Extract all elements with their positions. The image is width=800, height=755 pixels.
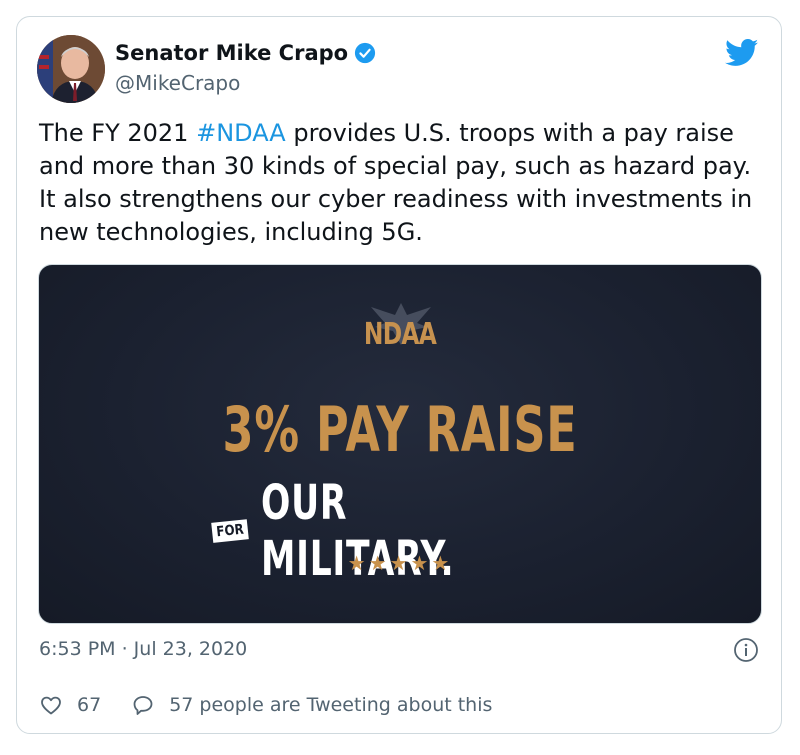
pay-raise-headline: 3% PAY RAISE [222,393,578,466]
media-graphic: NDAA 3% PAY RAISE FOR OUR MILITARY. ★★★★… [39,265,761,623]
tweet-timestamp[interactable]: 6:53 PM · Jul 23, 2020 [39,638,247,660]
verified-badge-icon [354,42,376,64]
ndaa-logo: NDAA [363,317,437,352]
avatar-image [37,35,105,103]
avatar[interactable] [37,35,105,103]
author-name[interactable]: Senator Mike Crapo [115,41,348,65]
hashtag-link[interactable]: #NDAA [196,119,286,147]
tweeting-about-text: 57 people are Tweeting about this [169,694,493,716]
tweet-card: Senator Mike Crapo @MikeCrapo The FY 202… [16,16,782,734]
heart-icon [39,693,63,717]
info-icon[interactable] [733,637,759,663]
author-handle[interactable]: @MikeCrapo [115,71,240,95]
tweet-text-start: The FY 2021 [39,119,197,147]
retweet-info-link[interactable]: 57 people are Tweeting about this [131,693,492,717]
tweet-actions: 67 57 people are Tweeting about this [39,693,522,717]
like-button[interactable]: 67 [39,693,101,717]
like-count: 67 [77,694,102,716]
comment-icon [131,693,155,717]
five-stars: ★★★★★ [347,551,453,575]
twitter-bird-icon[interactable] [725,39,759,67]
author-row: Senator Mike Crapo [115,41,376,65]
for-tag: FOR [211,519,249,543]
tweet-media-image[interactable]: NDAA 3% PAY RAISE FOR OUR MILITARY. ★★★★… [38,264,762,624]
tweet-text: The FY 2021 #NDAA provides U.S. troops w… [39,117,759,249]
